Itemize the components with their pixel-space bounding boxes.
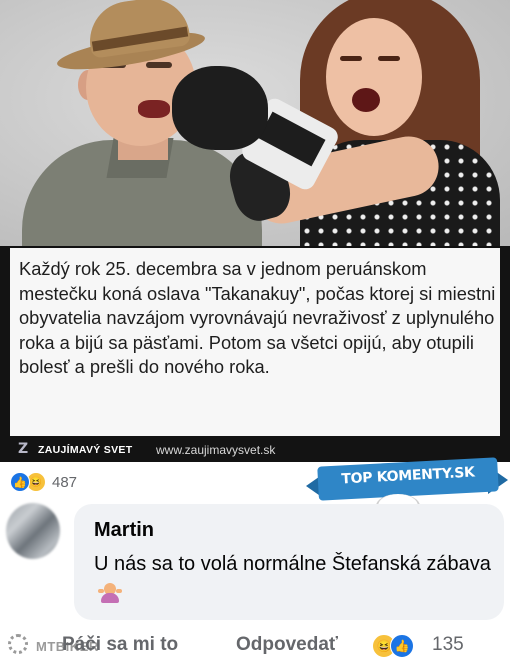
boxing-glove-icon [172,66,268,150]
reply-button[interactable]: Odpovedať [236,634,338,656]
woman-brow [378,56,400,61]
man-mouth [138,100,170,118]
brand-url: www.zaujimavysvet.sk [156,443,276,457]
post-caption: Každý rok 25. decembra sa v jednom peruá… [19,258,496,378]
brand-name: ZAUJÍMAVÝ SVET [38,444,133,456]
woman-face [326,18,422,136]
comment-body: U nás sa to volá normálne Štefanská zába… [94,553,491,575]
woman-mouth [352,88,380,112]
like-button[interactable]: Páči sa mi to [62,634,178,656]
comment-reaction-count[interactable]: 135 [432,634,464,656]
brand-logo-icon: Z [18,441,29,457]
woman-brow [340,56,362,61]
shrug-emoji-icon [98,583,122,603]
post-reaction-count: 487 [52,473,78,491]
comment-author[interactable]: Martin [94,519,154,542]
boxing-photo [0,0,510,246]
comment-text: U nás sa to volá normálne Štefanská zába… [94,549,494,609]
man-brow [146,62,172,68]
mtbiker-logo-icon [8,634,28,654]
like-icon: 👍 [10,472,30,492]
avatar[interactable] [6,503,60,559]
post-reactions[interactable]: 👍 😆 487 [10,472,77,492]
like-icon: 👍 [390,634,414,658]
